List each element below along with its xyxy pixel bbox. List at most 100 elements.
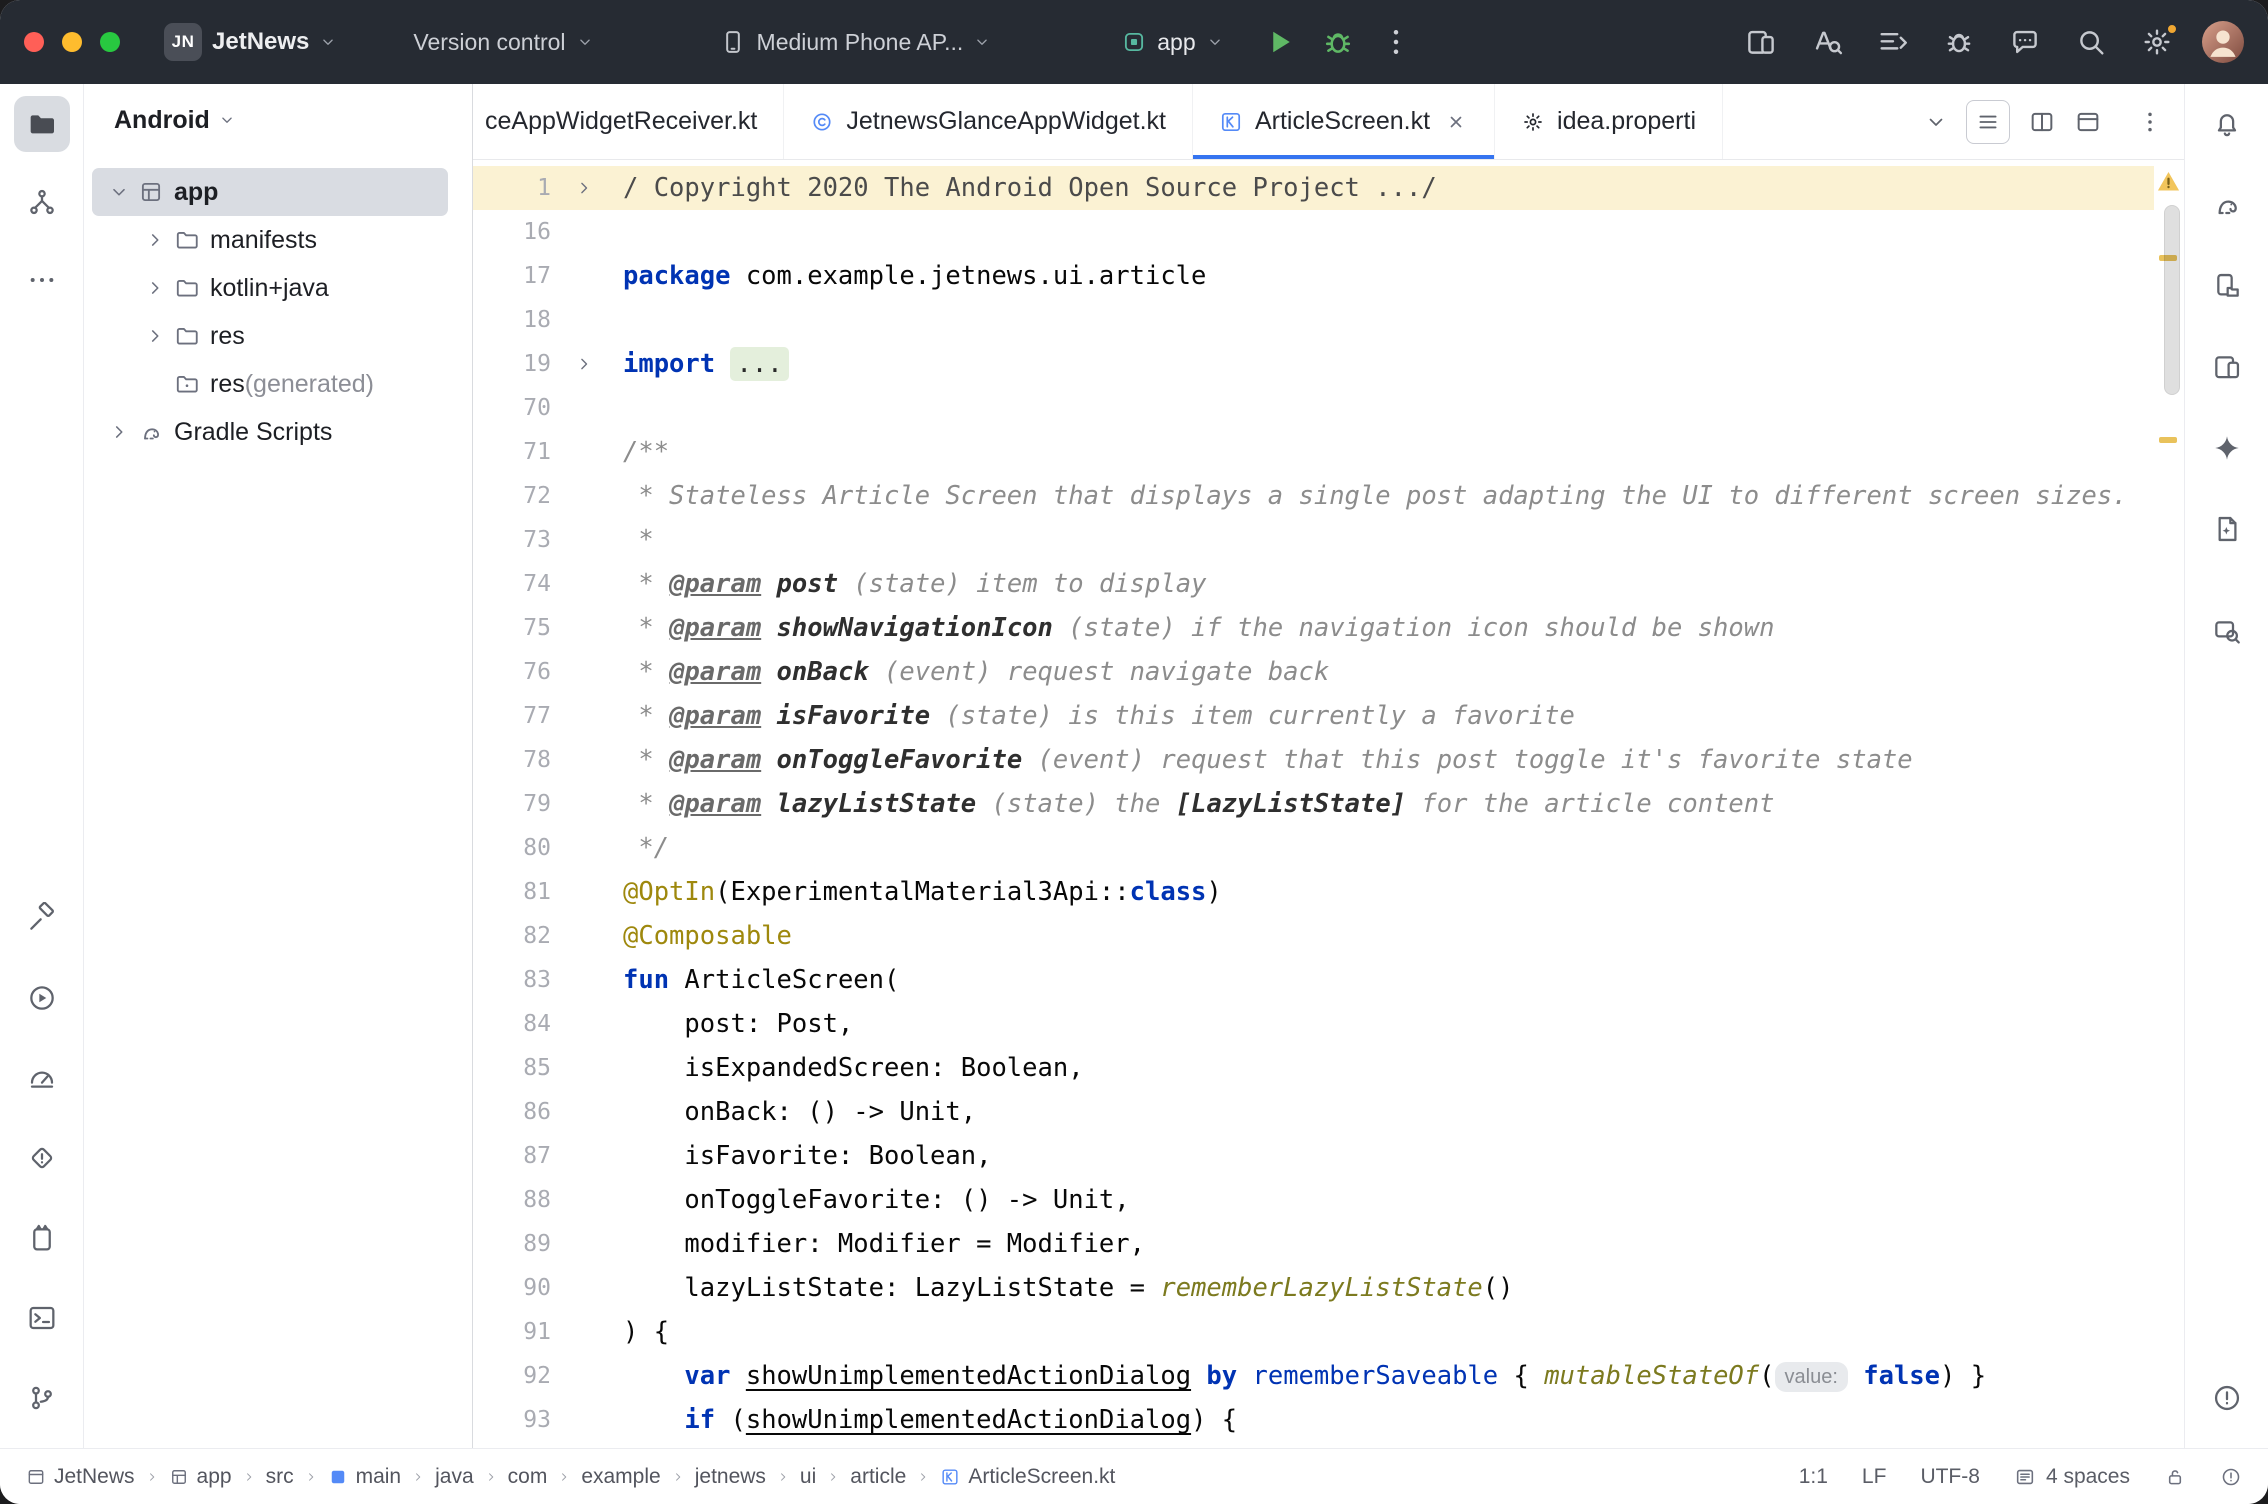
zoom-window-button[interactable] — [100, 32, 120, 52]
device-selector[interactable]: Medium Phone AP... — [709, 20, 1002, 64]
code-line[interactable]: 72 * Stateless Article Screen that displ… — [473, 474, 2154, 518]
breadcrumb-ui[interactable]: ui — [800, 1465, 816, 1489]
more-run-actions-icon[interactable] — [1378, 24, 1414, 60]
gemini-icon[interactable] — [2199, 420, 2255, 476]
code-line[interactable]: 92 var showUnimplementedActionDialog by … — [473, 1354, 2154, 1398]
problems-icon[interactable] — [2199, 1370, 2255, 1426]
breadcrumb-com[interactable]: com — [508, 1465, 548, 1489]
fold-marker-icon[interactable] — [551, 342, 617, 386]
code-line[interactable]: 86 onBack: () -> Unit, — [473, 1090, 2154, 1134]
tab-options-icon[interactable] — [1966, 100, 2010, 144]
search-icon[interactable] — [2074, 25, 2108, 59]
vcs-widget[interactable]: Version control — [403, 21, 603, 64]
ai-edit-icon[interactable] — [2199, 501, 2255, 557]
code-line[interactable]: 79 * @param lazyListState (state) the [L… — [473, 782, 2154, 826]
device-manager-icon[interactable] — [1744, 25, 1778, 59]
caret-position[interactable]: 1:1 — [1799, 1465, 1828, 1489]
running-devices-icon[interactable] — [2199, 339, 2255, 395]
inspections-warning-icon[interactable] — [2155, 168, 2182, 195]
project-icon[interactable] — [14, 96, 70, 152]
tab-idea-properti[interactable]: idea.properti — [1495, 84, 1723, 159]
code-line[interactable]: 1/ Copyright 2020 The Android Open Sourc… — [473, 166, 2154, 210]
app-inspection-icon[interactable] — [2199, 604, 2255, 660]
warning-stripe-mark[interactable] — [2159, 437, 2177, 443]
unlock-icon[interactable] — [2164, 1466, 2186, 1488]
alert-icon[interactable] — [2220, 1466, 2242, 1488]
chevron-right-icon[interactable] — [108, 421, 130, 443]
tab-ceappwidgetreceiver-kt[interactable]: ceAppWidgetReceiver.kt — [473, 84, 784, 159]
code-line[interactable]: 85 isExpandedScreen: Boolean, — [473, 1046, 2154, 1090]
notifications-icon[interactable] — [2199, 96, 2255, 152]
search-code-icon[interactable] — [1810, 25, 1844, 59]
detach-editor-icon[interactable] — [2074, 108, 2102, 136]
user-avatar[interactable] — [2202, 21, 2244, 63]
gradle-icon[interactable] — [2199, 177, 2255, 233]
code-line[interactable]: 17package com.example.jetnews.ui.article — [473, 254, 2154, 298]
code-line[interactable]: 73 * — [473, 518, 2154, 562]
debug-button[interactable] — [1320, 24, 1356, 60]
build-icon[interactable] — [14, 890, 70, 946]
tree-item-kotlin-java[interactable]: kotlin+java — [92, 264, 448, 312]
code-line[interactable]: 88 onToggleFavorite: () -> Unit, — [473, 1178, 2154, 1222]
breadcrumb-articlescreen-kt[interactable]: ArticleScreen.kt — [940, 1465, 1115, 1489]
code-line[interactable]: 80 */ — [473, 826, 2154, 870]
breadcrumb-example[interactable]: example — [581, 1465, 660, 1489]
code-line[interactable]: 71/** — [473, 430, 2154, 474]
tab-list-chevron-icon[interactable] — [1924, 110, 1948, 134]
code-line[interactable]: 74 * @param post (state) item to display — [473, 562, 2154, 606]
version-control-icon[interactable] — [14, 1370, 70, 1426]
run-button[interactable] — [1262, 24, 1298, 60]
chevron-right-icon[interactable] — [144, 229, 166, 251]
breadcrumb-app[interactable]: app — [169, 1465, 232, 1489]
more-tools-icon[interactable] — [14, 252, 70, 308]
tree-item-gradle-scripts[interactable]: Gradle Scripts — [92, 408, 448, 456]
code-line[interactable]: 18 — [473, 298, 2154, 342]
task-list-icon[interactable] — [1876, 25, 1910, 59]
code-line[interactable]: 70 — [473, 386, 2154, 430]
chevron-down-icon[interactable] — [108, 181, 130, 203]
project-widget[interactable]: JN JetNews — [154, 15, 347, 69]
device-explorer-icon[interactable] — [2199, 258, 2255, 314]
run-configuration[interactable]: app — [1111, 21, 1233, 64]
breadcrumb-article[interactable]: article — [850, 1465, 906, 1489]
breadcrumb-main[interactable]: main — [328, 1465, 402, 1489]
breadcrumb-jetnews[interactable]: jetnews — [695, 1465, 766, 1489]
code-line[interactable]: 87 isFavorite: Boolean, — [473, 1134, 2154, 1178]
terminal-icon[interactable] — [14, 1290, 70, 1346]
code-line[interactable]: 76 * @param onBack (event) request navig… — [473, 650, 2154, 694]
tree-item-res[interactable]: res — [92, 312, 448, 360]
fold-marker-icon[interactable] — [551, 166, 617, 210]
tab-articlescreen-kt[interactable]: ArticleScreen.kt — [1193, 84, 1495, 159]
code-line[interactable]: 91) { — [473, 1310, 2154, 1354]
chevron-right-icon[interactable] — [144, 325, 166, 347]
code-line[interactable]: 75 * @param showNavigationIcon (state) i… — [473, 606, 2154, 650]
code-line[interactable]: 84 post: Post, — [473, 1002, 2154, 1046]
settings-icon[interactable] — [2140, 25, 2174, 59]
code-line[interactable]: 90 lazyListState: LazyListState = rememb… — [473, 1266, 2154, 1310]
code-line[interactable]: 81@OptIn(ExperimentalMaterial3Api::class… — [473, 870, 2154, 914]
editor-surface[interactable]: 1/ Copyright 2020 The Android Open Sourc… — [473, 160, 2184, 1448]
breadcrumb-src[interactable]: src — [266, 1465, 294, 1489]
tree-item-app[interactable]: app — [92, 168, 448, 216]
build-tools-icon[interactable] — [1942, 25, 1976, 59]
breadcrumb-jetnews[interactable]: JetNews — [26, 1465, 135, 1489]
code-line[interactable]: 82@Composable — [473, 914, 2154, 958]
editor-scrollbar[interactable] — [2164, 205, 2180, 395]
profiler-icon[interactable] — [14, 1050, 70, 1106]
close-window-button[interactable] — [24, 32, 44, 52]
minimize-window-button[interactable] — [62, 32, 82, 52]
structure-icon[interactable] — [14, 174, 70, 230]
tab-jetnewsglanceappwidget-kt[interactable]: JetnewsGlanceAppWidget.kt — [784, 84, 1193, 159]
encoding[interactable]: UTF-8 — [1920, 1465, 1980, 1489]
chevron-right-icon[interactable] — [144, 277, 166, 299]
breadcrumb-java[interactable]: java — [435, 1465, 474, 1489]
run-icon[interactable] — [14, 970, 70, 1026]
code-line[interactable]: 16 — [473, 210, 2154, 254]
code-line[interactable]: 19import ... — [473, 342, 2154, 386]
code-line[interactable]: 77 * @param isFavorite (state) is this i… — [473, 694, 2154, 738]
ai-chat-icon[interactable] — [2008, 25, 2042, 59]
close-icon[interactable] — [1444, 110, 1468, 134]
code-line[interactable]: 93 if (showUnimplementedActionDialog) { — [473, 1398, 2154, 1442]
code-line[interactable]: 89 modifier: Modifier = Modifier, — [473, 1222, 2154, 1266]
code-line[interactable]: 83fun ArticleScreen( — [473, 958, 2154, 1002]
